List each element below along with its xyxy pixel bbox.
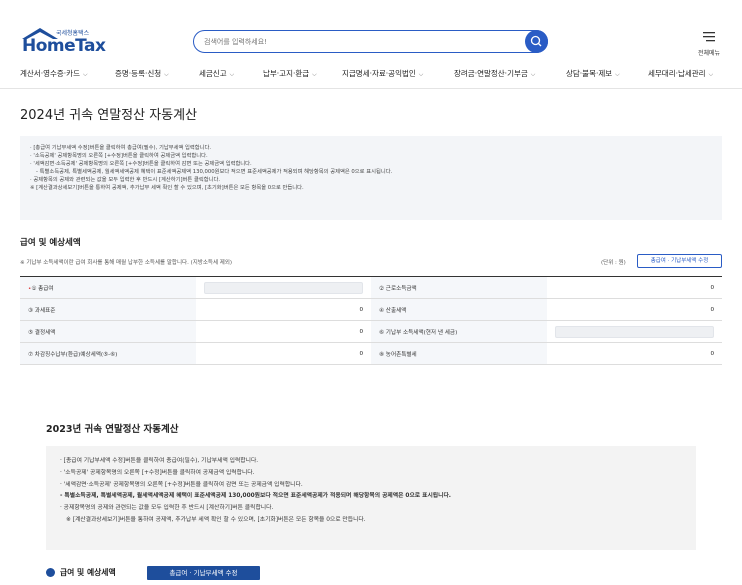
prev-year-edit-salary-button[interactable]: 총급여 · 기납부세액 수정	[147, 566, 260, 580]
label-rural-special-tax: ⑧ 농어촌특별세	[371, 342, 547, 365]
page-title: 2024년 귀속 연말정산 자동계산	[20, 108, 198, 123]
label-earned-income: ② 근로소득금액	[371, 276, 547, 299]
value-determined-tax: 0	[196, 320, 371, 343]
bullet-icon	[46, 568, 55, 577]
search-icon	[530, 35, 542, 47]
label-prepaid-tax: ⑥ 기납부 소득세액(현저 낸 세금)	[371, 320, 547, 343]
guide-line: - 특별소득공제, 특별세액공제, 월세액세액공제 혜택이 표준세액공제 130…	[60, 493, 452, 500]
chevron-down-icon: ⌵	[229, 71, 235, 78]
guide-line: · [총급여 기납부세액 수정]버튼을 클릭하여 총급여(필수), 기납부세액 …	[60, 458, 259, 464]
chevron-down-icon: ⌵	[82, 71, 88, 78]
label-computed-tax: ④ 산출세액	[371, 298, 547, 321]
nav-item-year-end-settlement[interactable]: 장려금·연말정산·기부금 ⌵	[454, 68, 535, 79]
value-earned-income: 0	[547, 276, 722, 299]
guide-line: · '소득공제' 공제항목명의 오른쪽 [+수정]버튼을 클릭하여 공제금액 입…	[60, 469, 255, 476]
guide-line: · '소득공제' 공제항목명의 오른쪽 [+수정]버튼을 클릭하여 공제금액 입…	[30, 153, 208, 160]
chevron-down-icon: ⌵	[418, 71, 424, 78]
guide-line: · 공제항목의 공제와 관련되는 값을 모두 입력한 후 반드시 [계산하기]버…	[30, 177, 221, 184]
nav-item-invoice[interactable]: 계산서·영수증·카드 ⌵	[20, 68, 88, 79]
guide-box-2024: · [총급여 기납부세액 수정]버튼을 클릭하여 총급여(필수), 기납부세액 …	[20, 136, 722, 220]
nav-item-tax-agent[interactable]: 세무대리·납세관리 ⌵	[648, 68, 713, 79]
guide-line: ※ [계산결과상세보기]버튼을 통하여 공제액, 추가납부 세액 확인 할 수 …	[30, 185, 304, 192]
all-menu-label: 전체메뉴	[697, 50, 721, 57]
nav-item-certificate[interactable]: 증명·등록·신청 ⌵	[115, 68, 169, 79]
nav-item-tax-return[interactable]: 세금신고 ⌵	[199, 68, 234, 79]
label-tax-base: ③ 과세표준	[20, 298, 196, 321]
guide-line: ※ [계산결과상세보기]버튼을 통하여 공제액, 추가납부 세액 확인 할 수 …	[66, 516, 366, 523]
search-button[interactable]	[525, 30, 548, 53]
value-tax-base: 0	[196, 298, 371, 321]
table-row: ③ 과세표준 0 ④ 산출세액 0	[20, 298, 722, 321]
table-row: ⑤ 결정세액 0 ⑥ 기납부 소득세액(현저 낸 세금)	[20, 320, 722, 343]
total-salary-input[interactable]	[204, 281, 363, 294]
logo-brand-text: HomeTax	[22, 36, 106, 56]
search-input[interactable]	[204, 34, 504, 49]
search-box	[193, 30, 548, 53]
chevron-down-icon: ⌵	[530, 71, 536, 78]
guide-line: · 공제항목명의 공제와 관련되는 값을 모두 입력한 후 반드시 [계산하기]…	[60, 505, 274, 512]
tax-note: ※ 기납부 소득세액이란 급여 회사를 통해 매월 납부한 소득세를 말합니다.…	[20, 260, 233, 266]
edit-salary-button[interactable]: 총급여 · 기납부세액 수정	[637, 254, 722, 268]
table-row: ⑦ 차감징수납부(환급)예상세액(⑤-⑥) 0 ⑧ 농어촌특별세 0	[20, 342, 722, 365]
nav-item-payment-statement[interactable]: 지급명세·자료·공익법인 ⌵	[342, 68, 423, 79]
unit-label: (단위 : 원)	[601, 260, 626, 266]
nav-item-payment[interactable]: 납부·고지·환급 ⌵	[263, 68, 317, 79]
value-rural-special-tax: 0	[547, 342, 722, 365]
label-total-salary: •① 총급여	[20, 276, 196, 299]
table-row: •① 총급여 ② 근로소득금액 0	[20, 276, 722, 299]
value-computed-tax: 0	[547, 298, 722, 321]
guide-line: · '세액감면·소득공제' 공제항목명의 오른쪽 [+수정]버튼을 클릭하여 감…	[30, 161, 252, 168]
prepaid-tax-input[interactable]	[555, 325, 714, 338]
prev-year-section-title: 급여 및 예상세액	[60, 568, 116, 577]
hamburger-menu-icon	[703, 32, 715, 42]
total-salary-field[interactable]	[196, 276, 371, 299]
guide-box-2023: · [총급여 기납부세액 수정]버튼을 클릭하여 총급여(필수), 기납부세액 …	[46, 446, 696, 550]
chevron-down-icon: ⌵	[164, 71, 169, 78]
global-nav: 계산서·영수증·카드 ⌵ 증명·등록·신청 ⌵ 세금신고 ⌵ 납부·고지·환급 ⌵ 지급…	[0, 66, 742, 84]
guide-line: · '세액감면·소득공제' 공제항목명의 오른쪽 [+수정]버튼을 클릭하여 감…	[60, 481, 303, 488]
nav-item-consultation[interactable]: 상담·불복·제보 ⌵	[566, 68, 620, 79]
all-menu-button[interactable]: 전체메뉴	[696, 28, 722, 57]
label-determined-tax: ⑤ 결정세액	[20, 320, 196, 343]
chevron-down-icon: ⌵	[708, 71, 714, 78]
salary-tax-table: •① 총급여 ② 근로소득금액 0 ③ 과세표준 0 ④ 산출세액 0 ⑤ 결정…	[20, 276, 722, 365]
guide-line: - 특별소득공제, 특별세액공제, 월세액세액공제 혜택이 표준세액공제액 13…	[36, 169, 393, 176]
hometax-logo[interactable]: 국세청홈택스 HomeTax	[20, 26, 130, 58]
guide-line: · [총급여 기납부세액 수정]버튼을 클릭하여 총급여(필수), 기납부세액 …	[30, 145, 212, 151]
value-expected-refund: 0	[196, 342, 371, 365]
label-expected-refund: ⑦ 차감징수납부(환급)예상세액(⑤-⑥)	[20, 342, 196, 365]
prepaid-tax-field[interactable]	[547, 320, 722, 343]
chevron-down-icon: ⌵	[615, 71, 620, 78]
section-title-salary: 급여 및 예상세액	[20, 238, 81, 248]
prev-year-title: 2023년 귀속 연말정산 자동계산	[46, 424, 179, 435]
chevron-down-icon: ⌵	[312, 71, 317, 78]
nav-divider	[0, 88, 742, 89]
